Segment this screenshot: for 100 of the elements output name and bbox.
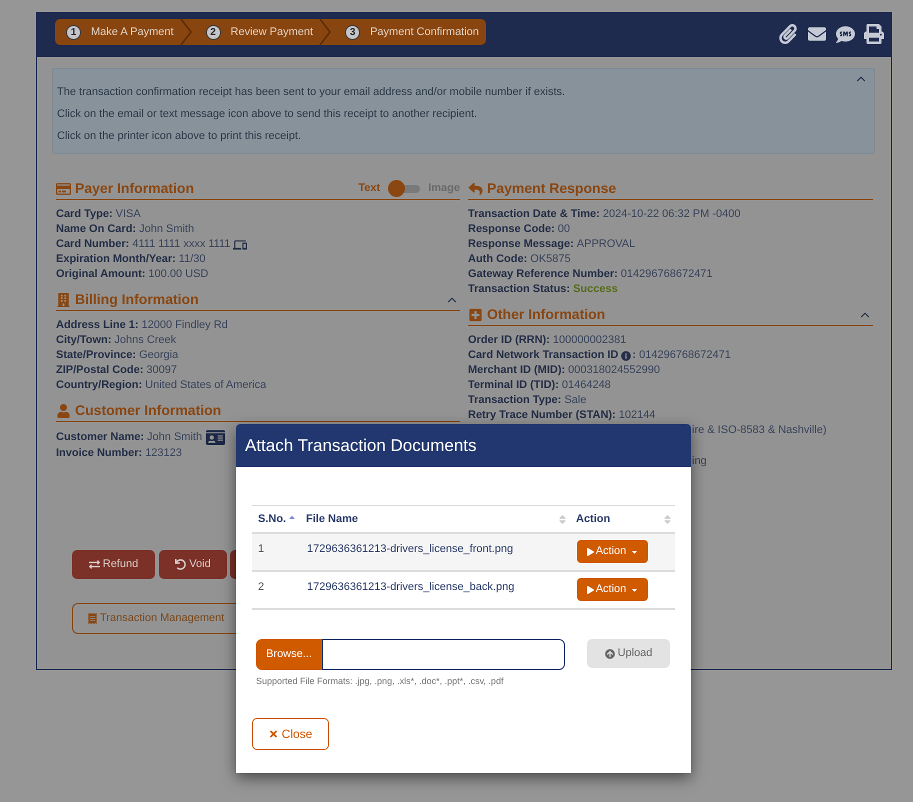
step-number: 3 <box>345 24 360 40</box>
field-value: 000318024552990 <box>568 363 660 378</box>
close-icon <box>268 728 278 738</box>
section-title: Other Information <box>487 305 606 324</box>
sms-bubble-icon[interactable] <box>836 24 855 44</box>
step-number: 2 <box>206 24 221 40</box>
field-label: Transaction Date & Time: <box>468 207 600 222</box>
field-label: ZIP/Postal Code: <box>56 363 144 378</box>
envelope-icon[interactable] <box>807 25 827 43</box>
field-value: 01464248 <box>562 378 611 394</box>
field-value: 30097 <box>146 363 177 378</box>
table-cell-text: 1729636361213-drivers_license_back.png <box>306 580 516 595</box>
field-label: Name On Card: <box>56 222 136 238</box>
field-value: John Smith <box>139 222 194 238</box>
field-value: 11/30 <box>178 252 206 268</box>
info-icon[interactable] <box>621 350 632 360</box>
formats-note: Supported File Formats: .jpg, .png, .xls*, .doc*, .ppt*, .csv, .pdf <box>256 675 504 688</box>
notice-text: The transaction confirmation receipt has been sent to your email address and/or mobile number if exists. <box>57 85 566 100</box>
transaction-action-button[interactable]: Void <box>159 550 227 579</box>
field-value: Johns Creek <box>114 333 176 348</box>
field-value: ing <box>692 454 707 469</box>
field-label: Card Network Transaction ID <box>468 348 618 364</box>
field-label: Country/Region: <box>56 378 142 394</box>
field-value: 014296768672471 <box>620 267 713 282</box>
notice-text: Click on the email or text message icon above to send this receipt to another recipient. <box>57 107 478 122</box>
user-icon <box>56 404 71 418</box>
field-value: : 014296768672471 <box>632 348 731 364</box>
field-value: United States of America <box>145 378 266 394</box>
table-cell-text: 1729636361213-drivers_license_front.png <box>306 542 514 557</box>
browse-button[interactable]: Browse... <box>256 639 322 670</box>
field-value: Success <box>573 282 618 298</box>
field-value: VISA <box>116 207 141 222</box>
field-value: Georgia <box>139 348 178 364</box>
field-label: Card Number: <box>56 237 130 252</box>
action-dropdown-button[interactable]: Action <box>577 578 648 601</box>
chevron-divider-icon <box>319 19 332 45</box>
field-label: Terminal ID (TID): <box>468 378 559 394</box>
dialog-title: Attach Transaction Documents <box>245 434 477 457</box>
field-value: 102144 <box>618 408 656 424</box>
printer-icon[interactable] <box>864 24 884 44</box>
column-header[interactable]: File Name <box>300 506 570 532</box>
field-value: Sale <box>564 393 586 408</box>
field-label: Expiration Month/Year: <box>56 252 176 268</box>
step-label: Make A Payment <box>91 24 174 40</box>
field-label: Merchant ID (MID): <box>468 363 566 378</box>
field-label: Response Code: <box>468 222 555 238</box>
step-label: Payment Confirmation <box>370 24 479 40</box>
devices-icon <box>233 238 248 252</box>
field-value: 123123 <box>145 446 182 462</box>
notice-text: Click on the printer icon above to print this receipt. <box>57 129 301 144</box>
column-header[interactable]: S.No. <box>252 506 300 532</box>
transaction-action-button[interactable]: Refund <box>72 550 155 579</box>
field-label: State/Province: <box>56 348 136 364</box>
field-label: Card Type: <box>56 207 113 222</box>
field-label: Transaction Type: <box>468 393 562 408</box>
section-title: Payment Response <box>487 179 616 198</box>
upload-arrow-icon <box>604 648 615 658</box>
field-label: Original Amount: <box>56 267 146 282</box>
field-label: Address Line 1: <box>56 318 139 334</box>
transaction-management-button[interactable]: Transaction Management <box>72 603 236 634</box>
id-card-icon[interactable] <box>205 429 226 446</box>
close-button[interactable]: Close <box>252 718 329 750</box>
section-title: Billing Information <box>75 290 199 309</box>
field-value: John Smith <box>147 430 202 446</box>
column-header[interactable]: Action <box>570 506 675 532</box>
toggle-label: Text <box>358 181 380 196</box>
chevron-divider-icon <box>180 19 192 45</box>
field-label: Auth Code: <box>468 252 528 268</box>
field-value: APPROVAL <box>576 237 636 252</box>
section-title: Payer Information <box>75 179 194 198</box>
step-number: 1 <box>66 24 81 40</box>
field-value: 2024-10-22 06:32 PM -0400 <box>602 207 740 222</box>
field-value: 4111 1111 xxxx 1111 <box>132 237 230 252</box>
undo-arrow-icon <box>175 559 186 570</box>
field-value: ire & ISO-8583 & Nashville) <box>692 423 826 438</box>
text-image-toggle[interactable] <box>388 180 420 197</box>
paperclip-icon[interactable] <box>778 24 798 44</box>
field-value: 100000002381 <box>552 333 626 348</box>
field-value: 12000 Findley Rd <box>142 318 228 334</box>
play-icon <box>586 586 594 594</box>
field-label: Invoice Number: <box>56 446 142 462</box>
field-value: OK5875 <box>530 252 571 268</box>
field-label: City/Town: <box>56 333 112 348</box>
file-input-field[interactable] <box>322 639 565 670</box>
field-label: Response Message: <box>468 237 574 252</box>
play-icon <box>586 548 594 556</box>
field-label: Gateway Reference Number: <box>468 267 618 282</box>
table-cell-text: 2 <box>257 580 266 595</box>
table-cell-text: 1 <box>257 542 266 557</box>
reply-arrow-icon <box>468 182 483 196</box>
credit-card-icon <box>56 182 71 196</box>
action-dropdown-button[interactable]: Action <box>577 540 648 563</box>
exchange-arrows-icon <box>88 559 100 570</box>
field-label: Customer Name: <box>56 430 144 446</box>
field-value: 00 <box>558 222 570 238</box>
section-title: Customer Information <box>75 401 222 420</box>
field-value: 100.00 USD <box>148 267 208 282</box>
step-label: Review Payment <box>230 24 314 40</box>
field-label: Transaction Status: <box>468 282 570 298</box>
cut-off-button[interactable] <box>230 550 236 579</box>
